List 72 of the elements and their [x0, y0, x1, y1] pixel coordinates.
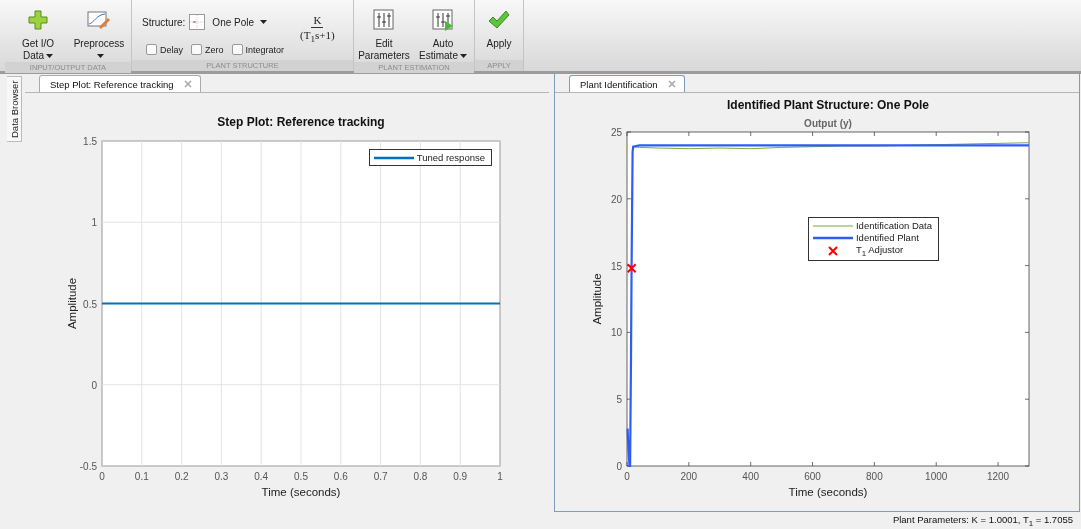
toolstrip-button[interactable]: Edit Parameters [359, 6, 409, 62]
tick-label: 0.4 [254, 471, 269, 482]
sliders-icon [373, 9, 395, 31]
tick-label: 0.8 [413, 471, 428, 482]
tick-label: 1 [497, 471, 503, 482]
sliders-play-icon [432, 9, 454, 31]
structure-dropdown[interactable]: One Pole [189, 14, 268, 30]
tick-label: 0 [99, 471, 105, 482]
tick-label: 15 [610, 260, 622, 272]
checkmark-icon [488, 10, 510, 30]
tick-label: 0.3 [214, 471, 229, 482]
tick-label: 25 [610, 127, 622, 138]
tick-label: 0 [91, 379, 97, 391]
structure-icon [189, 14, 206, 30]
transfer-function: K (T$_{1}$s+1) [300, 14, 335, 47]
tick-label: -0.5 [79, 461, 97, 472]
chart-title: Step Plot: Reference tracking [217, 115, 385, 129]
toolstrip-button[interactable]: Get I/O Data [10, 6, 66, 62]
tick-label: 400 [742, 471, 760, 482]
toolstrip-button[interactable]: Preprocess [72, 6, 126, 62]
axis-label: Amplitude [591, 273, 603, 325]
close-icon[interactable] [183, 80, 192, 88]
legend-line-icon [812, 235, 853, 240]
tick-label: 1 [91, 217, 97, 229]
document-tab[interactable]: Step Plot: Reference tracking [39, 75, 201, 92]
cross-marker-icon [827, 245, 838, 256]
tick-label: 10 [610, 327, 622, 339]
axis-label: Amplitude [66, 277, 78, 330]
tick-label: 600 [804, 471, 821, 482]
tick-label: 0.6 [333, 471, 348, 482]
status-text: Plant Parameters: K = 1.0001, T$_{1}$ = 1.7055 [892, 513, 1073, 528]
tick-label: 0 [616, 461, 622, 472]
caret-icon [46, 54, 54, 59]
toolstrip-button[interactable]: Auto Estimate [417, 6, 469, 62]
option-checkbox[interactable]: Integrator [231, 44, 285, 55]
cross-marker[interactable] [626, 263, 637, 274]
tick-label: 0 [624, 471, 630, 482]
tick-label: 5 [616, 394, 622, 406]
tick-label: 0.5 [83, 298, 97, 310]
tick-label: 0.9 [453, 471, 468, 482]
chart-title: Identified Plant Structure: One Pole [727, 98, 929, 112]
side-tab[interactable]: Data Browser [7, 76, 22, 142]
tick-label: 1.5 [83, 136, 97, 147]
chart-subtitle: Output (y) [804, 118, 852, 129]
tick-label: 0.7 [373, 471, 388, 482]
toolstrip-button[interactable]: Apply [479, 6, 519, 60]
legend-label: Identified Plant [855, 232, 919, 243]
tick-label: 20 [610, 193, 622, 205]
legend-label: T$_{1}$ Adjustor [855, 244, 904, 258]
document-tab[interactable]: Plant Identification [569, 75, 685, 92]
structure-label: Structure: [142, 16, 186, 28]
axis-label: Time (seconds) [788, 486, 868, 498]
tick-label: 0.5 [294, 471, 308, 482]
caret-icon [260, 20, 268, 24]
axis-label: Time (seconds) [261, 486, 341, 498]
chart-pencil-icon [87, 10, 111, 30]
option-checkbox[interactable]: Zero [191, 44, 224, 55]
caret-icon [96, 54, 104, 59]
legend-label: Tuned response [416, 152, 485, 163]
legend-label: Identification Data [855, 220, 932, 231]
plus-icon [28, 10, 48, 30]
close-icon[interactable] [667, 80, 676, 88]
tick-label: 0.2 [174, 471, 189, 482]
tick-label: 0.1 [134, 471, 149, 482]
caret-icon [459, 54, 467, 59]
tick-label: 1000 [925, 471, 948, 482]
legend-line-icon [373, 155, 414, 160]
option-checkbox[interactable]: Delay [146, 44, 183, 55]
tick-label: 200 [680, 471, 698, 482]
tick-label: 800 [866, 471, 883, 482]
tick-label: 1200 [986, 471, 1010, 482]
legend-line-icon [812, 223, 853, 228]
